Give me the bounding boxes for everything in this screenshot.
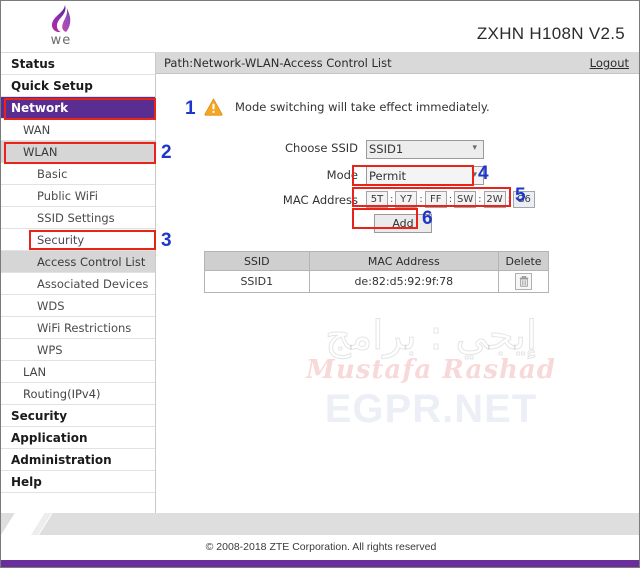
cell-ssid: SSID1 [204, 270, 310, 293]
mode-label: Mode [326, 167, 358, 182]
main-content: Path:Network-WLAN-Access Control List Lo… [156, 53, 639, 513]
mac-separator: : [478, 194, 482, 205]
sidebar-item-associated-devices[interactable]: Associated Devices [1, 273, 155, 295]
column-header-ssid: SSID [204, 251, 310, 271]
sidebar-item-wps[interactable]: WPS [1, 339, 155, 361]
mac-octet-input-6[interactable] [512, 191, 535, 208]
page-footer: © 2008-2018 ZTE Corporation. All rights … [1, 513, 639, 567]
table-row: SSID1 de:82:d5:92:9f:78 [204, 270, 549, 293]
footer-decorative-band [1, 513, 639, 535]
notice-text: Mode switching will take effect immediat… [235, 100, 490, 114]
acl-form: Choose SSID SSID1 ▾ Mode Permit ▾ MAC Ad… [156, 138, 639, 233]
warning-icon [204, 98, 223, 116]
column-header-mac: MAC Address [308, 251, 500, 271]
breadcrumb: Path:Network-WLAN-Access Control List Lo… [156, 53, 639, 74]
sidebar-item-wifi-restrictions[interactable]: WiFi Restrictions [1, 317, 155, 339]
acl-table: SSID MAC Address Delete SSID1 de:82:d5:92… [204, 251, 549, 293]
sidebar-item-wan[interactable]: WAN [1, 119, 155, 141]
mac-octet-input-2[interactable] [395, 191, 418, 208]
add-button[interactable]: Add [374, 214, 432, 233]
mac-separator: : [419, 194, 423, 205]
cell-mac-address: de:82:d5:92:9f:78 [308, 270, 500, 293]
mac-separator: : [507, 194, 511, 205]
choose-ssid-label: Choose SSID [285, 141, 358, 156]
sidebar-item-administration[interactable]: Administration [1, 449, 155, 471]
sidebar-item-public-wifi[interactable]: Public WiFi [1, 185, 155, 207]
choose-ssid-row: Choose SSID SSID1 ▾ [166, 138, 639, 159]
watermark-arabic: إيجي : برامج [325, 313, 537, 360]
mode-switch-notice: Mode switching will take effect immediat… [204, 98, 639, 116]
router-admin-page: we ZXHN H108N V2.5 Status Quick Setup Netw… [0, 0, 640, 568]
mac-address-label: MAC Address [282, 192, 358, 207]
table-header-row: SSID MAC Address Delete [204, 251, 549, 271]
we-swoosh-icon [51, 5, 71, 33]
mode-select[interactable]: Permit [366, 166, 484, 185]
watermark-site: EGPR.NET [324, 387, 538, 431]
logo-wordmark: we [50, 33, 72, 48]
breadcrumb-path: Path:Network-WLAN-Access Control List [164, 56, 392, 70]
mac-address-row: MAC Address ::::: [166, 191, 639, 208]
watermark-author: Mustafa Rashad [306, 355, 556, 385]
mac-octet-input-3[interactable] [424, 191, 447, 208]
sidebar-item-application[interactable]: Application [1, 427, 155, 449]
sidebar-item-security[interactable]: Security [1, 229, 155, 251]
body-split: Status Quick Setup Network WAN WLAN Basic Publ… [1, 53, 639, 561]
copyright-text: © 2008-2018 ZTE Corporation. All rights … [205, 541, 437, 553]
sidebar-item-ssid-settings[interactable]: SSID Settings [1, 207, 155, 229]
sidebar-item-basic[interactable]: Basic [1, 163, 155, 185]
add-button-row: Add [374, 214, 639, 233]
sidebar-item-wlan[interactable]: WLAN [1, 141, 155, 163]
sidebar-item-access-control-list[interactable]: Access Control List [1, 251, 155, 273]
column-header-delete: Delete [498, 251, 549, 271]
mac-octet-input-1[interactable] [366, 191, 388, 208]
sidebar-nav: Status Quick Setup Network WAN WLAN Basic Publ… [1, 53, 156, 561]
sidebar-item-quick-setup[interactable]: Quick Setup [1, 75, 155, 97]
mac-octet-input-4[interactable] [454, 191, 477, 208]
mac-octet-input-5[interactable] [483, 191, 506, 208]
footer-accent-bar [1, 560, 639, 567]
mac-separator: : [448, 194, 453, 205]
brand-logo: we [31, 3, 91, 51]
sidebar-item-security[interactable]: Security [1, 405, 155, 427]
sidebar-item-network[interactable]: Network [1, 97, 155, 119]
choose-ssid-select[interactable]: SSID1 [366, 139, 484, 159]
sidebar-item-wds[interactable]: WDS [1, 295, 155, 317]
logout-link[interactable]: Logout [590, 56, 629, 70]
trash-icon[interactable] [515, 273, 533, 290]
watermark: إيجي : برامج Mustafa Rashad EGPR.NET [236, 313, 626, 432]
cell-delete [498, 270, 549, 293]
sidebar-item-lan[interactable]: LAN [1, 361, 155, 383]
sidebar-item-routing-ipv4[interactable]: Routing(IPv4) [1, 383, 155, 405]
mode-row: Mode Permit ▾ [166, 165, 639, 185]
page-header: we ZXHN H108N V2.5 [1, 1, 639, 53]
mac-address-input-group: ::::: [366, 191, 535, 208]
device-model-title: ZXHN H108N V2.5 [476, 24, 625, 43]
mac-separator: : [390, 194, 394, 205]
sidebar-item-help[interactable]: Help [1, 471, 155, 493]
sidebar-item-status[interactable]: Status [1, 53, 155, 75]
